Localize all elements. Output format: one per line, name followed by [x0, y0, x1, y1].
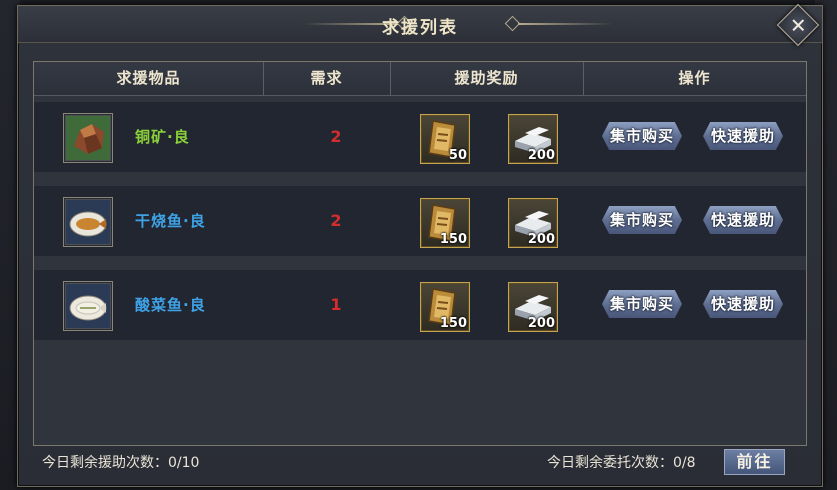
quick-assist-button[interactable]: 快速援助 — [703, 122, 783, 150]
dialog-titlebar: 求援列表 — [18, 6, 822, 43]
reward-quantity: 200 — [527, 148, 555, 163]
reward-token[interactable]: 150 — [420, 282, 470, 332]
item-name: 铜矿·良 — [135, 128, 190, 146]
dialog-title: 求援列表 — [382, 18, 458, 38]
pickled-fish-icon[interactable] — [63, 281, 113, 331]
reward-quantity: 200 — [527, 232, 555, 247]
header-item: 求援物品 — [116, 69, 181, 87]
quick-assist-button[interactable]: 快速援助 — [703, 290, 783, 318]
reward-quantity: 200 — [527, 316, 555, 331]
table-header: 求援物品 需求 援助奖励 操作 — [34, 62, 806, 96]
reward-token[interactable]: 50 — [420, 114, 470, 164]
reward-token[interactable]: 150 — [420, 198, 470, 248]
need-count: 1 — [330, 295, 342, 314]
close-icon: ✕ — [789, 12, 807, 37]
table-row: 干烧鱼·良 2 150 200 集市购买 快速援助 — [34, 186, 806, 256]
reward-quantity: 50 — [448, 148, 467, 163]
go-button[interactable]: 前往 — [724, 449, 785, 475]
market-buy-button[interactable]: 集市购买 — [602, 206, 682, 234]
braised-fish-icon[interactable] — [63, 197, 113, 247]
assist-remaining-text: 今日剩余援助次数：0/10 — [42, 455, 200, 471]
header-action: 操作 — [678, 69, 711, 87]
reward-quantity: 150 — [439, 316, 467, 331]
need-count: 2 — [330, 127, 342, 146]
entrust-remaining-text: 今日剩余委托次数：0/8 — [547, 455, 696, 471]
market-buy-button[interactable]: 集市购买 — [602, 290, 682, 318]
quick-assist-button[interactable]: 快速援助 — [703, 206, 783, 234]
header-need: 需求 — [310, 69, 343, 87]
reward-silver[interactable]: 200 — [508, 114, 558, 164]
table-row: 酸菜鱼·良 1 150 200 集市购买 快速援助 — [34, 270, 806, 340]
item-name: 酸菜鱼·良 — [135, 296, 206, 314]
item-name: 干烧鱼·良 — [135, 212, 206, 230]
request-table: 求援物品 需求 援助奖励 操作 铜矿·良 2 50 200 集市购买 快速援助 … — [33, 61, 807, 446]
title-ornament-right — [518, 23, 613, 25]
copper-ore-icon[interactable] — [63, 113, 113, 163]
reward-quantity: 150 — [439, 232, 467, 247]
market-buy-button[interactable]: 集市购买 — [602, 122, 682, 150]
help-request-dialog: 求援列表 ✕ 求援物品 需求 援助奖励 操作 铜矿·良 2 50 200 集市购… — [17, 3, 823, 487]
reward-silver[interactable]: 200 — [508, 282, 558, 332]
reward-silver[interactable]: 200 — [508, 198, 558, 248]
table-row: 铜矿·良 2 50 200 集市购买 快速援助 — [34, 102, 806, 172]
need-count: 2 — [330, 211, 342, 230]
header-reward: 援助奖励 — [454, 69, 519, 87]
